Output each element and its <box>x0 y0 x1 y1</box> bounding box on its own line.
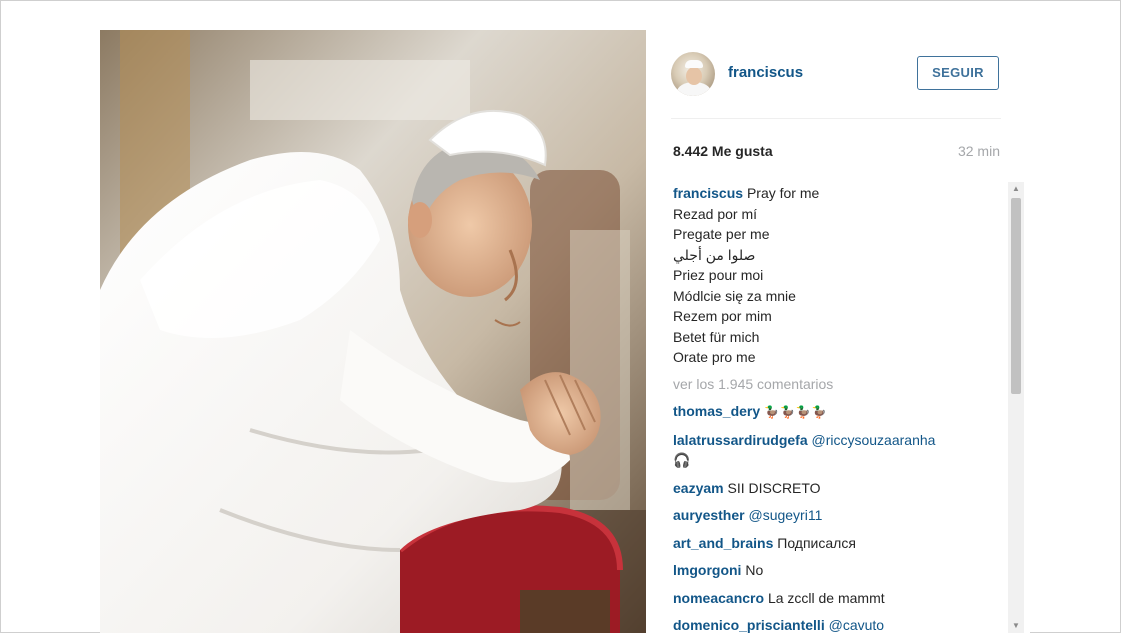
comment-item: nomeacancro La zccll de mammt <box>673 588 1003 609</box>
caption-line: Pray for me <box>746 185 820 201</box>
comment-item: auryesther @sugeyri11 <box>673 505 1003 526</box>
comment-item: lmgorgoni No <box>673 560 1003 581</box>
caption-line: Rezad por mí <box>673 205 758 222</box>
comments-section: franciscus Pray for me Rezad por mí Preg… <box>673 183 1003 633</box>
caption-line: Pregate per me <box>673 226 770 242</box>
comment-text: La zccll de mammt <box>767 589 885 606</box>
caption-line: Priez pour moi <box>673 267 764 283</box>
comment-item: lalatrussardirudgefa @riccysouzaaranha 🎧 <box>673 430 1003 471</box>
follow-button[interactable]: SEGUIR <box>917 56 999 90</box>
comment-text: 🦆🦆🦆🦆 <box>764 405 828 419</box>
comment-item: eazyam SII DISCRETO <box>673 478 1003 499</box>
comment-mention[interactable]: @cavuto <box>829 617 884 633</box>
scrollbar-thumb[interactable] <box>1011 198 1021 394</box>
comment-mention[interactable]: @sugeyri11 <box>748 507 822 523</box>
scroll-down-arrow-icon[interactable]: ▼ <box>1008 619 1024 633</box>
comment-text: No <box>745 562 764 578</box>
post-header: franciscus SEGUIR <box>646 30 1030 118</box>
caption-line: Betet für mich <box>673 328 760 345</box>
view-all-comments-link[interactable]: ver los 1.945 comentarios <box>673 374 1003 395</box>
comment-text: Подписался <box>777 534 856 551</box>
headphones-emoji: 🎧 <box>673 452 691 468</box>
instagram-post: franciscus SEGUIR 8.442 Me gusta 32 min … <box>100 30 1030 633</box>
comment-item: art_and_brains Подписался <box>673 533 1003 554</box>
comments-scrollbar[interactable]: ▲ ▼ <box>1008 182 1024 633</box>
likes-count[interactable]: 8.442 Me gusta <box>673 143 773 159</box>
caption: franciscus Pray for me Rezad por mí Preg… <box>673 183 1003 368</box>
caption-username[interactable]: franciscus <box>673 185 743 201</box>
comment-username[interactable]: art_and_brains <box>673 535 773 551</box>
comment-username[interactable]: lalatrussardirudgefa <box>673 432 808 448</box>
profile-username[interactable]: franciscus <box>728 64 803 81</box>
caption-line: صلوا من أجلي <box>673 246 756 263</box>
comment-username[interactable]: thomas_dery <box>673 403 760 419</box>
caption-line: Orate pro me <box>673 349 756 365</box>
caption-line: Rezem por mim <box>673 308 772 324</box>
comment-item: domenico_prisciantelli @cavuto <box>673 615 1003 633</box>
scroll-up-arrow-icon[interactable]: ▲ <box>1008 182 1024 196</box>
comment-username[interactable]: eazyam <box>673 480 724 496</box>
profile-avatar[interactable] <box>671 52 715 96</box>
header-divider <box>671 118 1001 119</box>
caption-line: Módlcie się za mnie <box>673 287 796 304</box>
comment-username[interactable]: auryesther <box>673 507 745 523</box>
post-photo[interactable] <box>100 30 646 633</box>
comment-text: SII DISCRETO <box>727 479 821 496</box>
comment-item: thomas_dery 🦆🦆🦆🦆 <box>673 401 1003 423</box>
comment-mention[interactable]: @riccysouzaaranha <box>812 432 936 448</box>
comment-username[interactable]: nomeacancro <box>673 590 764 606</box>
pope-praying-illustration <box>100 30 646 633</box>
post-timestamp: 32 min <box>957 143 1000 159</box>
comment-username[interactable]: lmgorgoni <box>673 562 741 578</box>
comment-username[interactable]: domenico_prisciantelli <box>673 617 825 633</box>
post-side-panel: franciscus SEGUIR 8.442 Me gusta 32 min … <box>646 30 1030 633</box>
